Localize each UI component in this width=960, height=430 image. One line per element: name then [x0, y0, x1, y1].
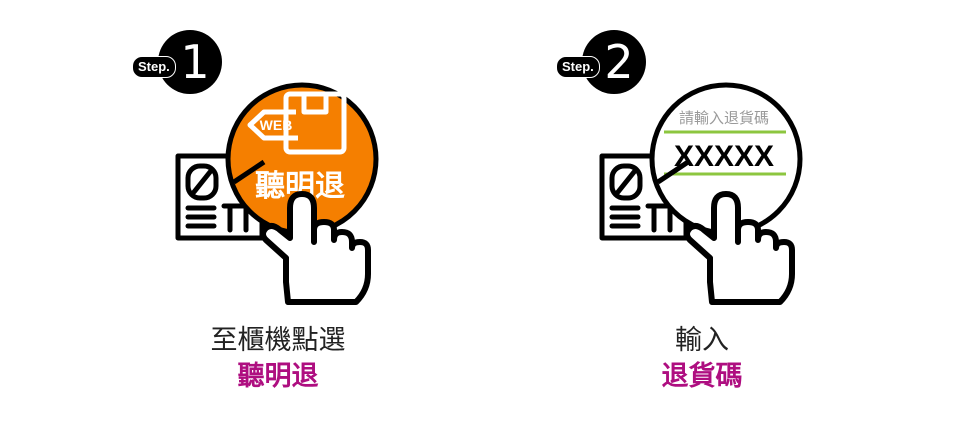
input-label: 請輸入退貨碼: [679, 109, 769, 127]
step-2: 請輸入退貨碼 XXXXX 2 Step. 輸入 退貨碼: [552, 0, 852, 430]
return-code-input: XXXXX: [674, 140, 774, 173]
kiosk-illustration: 請輸入退貨碼 XXXXX: [599, 82, 803, 305]
caption-line1: 輸入: [675, 325, 729, 356]
step-1: WEB 聽明退 1 Step. 至櫃機點選 聽明退: [128, 0, 428, 430]
caption-line2: 聽明退: [237, 361, 319, 392]
step-tag: Step.: [556, 56, 600, 78]
kiosk-illustration: WEB 聽明退: [175, 82, 379, 305]
caption-line2: 退貨碼: [661, 361, 743, 392]
caption-line1: 至櫃機點選: [210, 325, 346, 356]
web-label: WEB: [260, 117, 293, 133]
step-tag: Step.: [132, 56, 176, 78]
